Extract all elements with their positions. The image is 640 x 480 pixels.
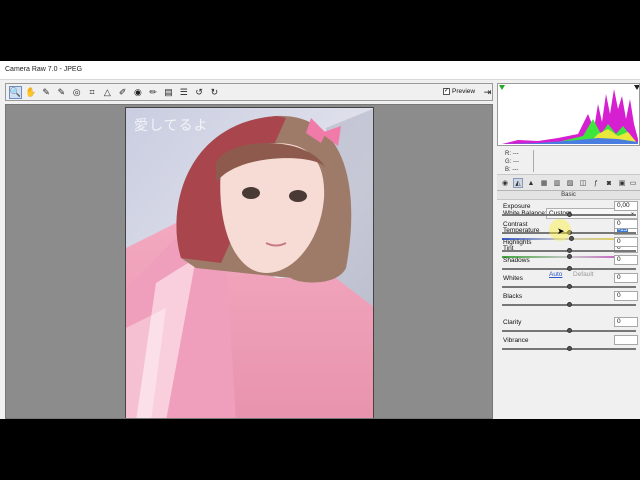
r-readout: R: ---	[505, 151, 519, 157]
tint-slider-thumb[interactable]	[566, 254, 572, 259]
photo-overlay-text: 愛してるよ	[134, 118, 209, 134]
title-bar: Camera Raw 7.0 - JPEG	[0, 61, 640, 80]
clarity-slider-thumb[interactable]	[566, 328, 572, 333]
shadows-label: Shadows	[503, 257, 530, 264]
whites-label: Whites	[503, 275, 523, 282]
detail-tab-icon[interactable]: ▦	[539, 178, 549, 188]
rotate-left-icon[interactable]: ↺	[193, 86, 206, 99]
blacks-label: Blacks	[503, 293, 523, 300]
whites-slider-thumb[interactable]	[566, 284, 572, 289]
histogram	[497, 83, 640, 146]
preview-label: Preview	[452, 88, 476, 95]
whites-input[interactable]: 0	[614, 273, 638, 283]
snapshots-tab-icon[interactable]: ▭	[628, 178, 638, 188]
blacks-input[interactable]: 0	[614, 291, 638, 301]
temperature-slider-thumb[interactable]	[569, 236, 575, 241]
vibrance-input[interactable]	[614, 335, 638, 345]
readout-divider	[533, 150, 534, 172]
exposure-slider-thumb[interactable]	[566, 212, 572, 217]
g-readout: G: ---	[505, 159, 519, 165]
highlights-input[interactable]: 0	[614, 237, 638, 247]
color-sampler-tool-icon[interactable]: ✎	[55, 86, 68, 99]
presets-tab-icon[interactable]: ▣	[617, 178, 627, 188]
highlights-label: Highlights	[503, 239, 532, 246]
panel-title: Basic	[497, 191, 640, 200]
zoom-tool-icon[interactable]: 🔍	[9, 86, 22, 99]
mouse-pointer-icon: ➤	[557, 226, 565, 236]
hand-tool-icon[interactable]: ✋	[24, 86, 37, 99]
auto-link[interactable]: Auto	[549, 271, 562, 278]
photo-illustration	[126, 108, 373, 418]
fullscreen-toggle-icon[interactable]: ⇥	[481, 86, 494, 99]
preferences-icon[interactable]: ☰	[177, 86, 190, 99]
clarity-label: Clarity	[503, 319, 522, 326]
exposure-label: Exposure	[503, 203, 531, 210]
camera-calibration-tab-icon[interactable]: ◙	[604, 178, 614, 188]
targeted-adjustment-tool-icon[interactable]: ◎	[70, 86, 83, 99]
histogram-panel-tab-icon[interactable]: ◉	[500, 178, 510, 188]
exposure-input[interactable]: 0,00	[614, 201, 638, 211]
window-title: Camera Raw 7.0 - JPEG	[5, 66, 83, 73]
crop-tool-icon[interactable]: ⌗	[86, 86, 99, 99]
graduated-filter-icon[interactable]: ▤	[162, 86, 175, 99]
toolbar: ✓ Preview ⇥ 🔍 ✋ ✎ ✎ ◎ ⌗ △ ✐ ◉ ✏ ▤ ☰ ↺ ↻	[5, 83, 493, 101]
tone-curve-tab-icon[interactable]: ▲	[526, 178, 536, 188]
white-balance-tool-icon[interactable]: ✎	[40, 86, 53, 99]
default-link[interactable]: Default	[573, 271, 594, 278]
vibrance-slider-thumb[interactable]	[566, 346, 572, 351]
lens-corrections-tab-icon[interactable]: ◫	[578, 178, 588, 188]
rgb-readout: R: --- G: --- B: ---	[497, 148, 640, 175]
image-preview-area[interactable]: 愛してるよ	[5, 104, 493, 419]
preview-checkbox[interactable]: ✓ Preview	[443, 88, 475, 95]
red-eye-removal-tool-icon[interactable]: ◉	[131, 86, 144, 99]
camera-raw-window: Camera Raw 7.0 - JPEG ✓ Preview ⇥ 🔍 ✋ ✎ ✎ ◎ ⌗…	[0, 61, 640, 419]
highlights-slider-thumb[interactable]	[566, 248, 572, 253]
checkbox-icon[interactable]: ✓	[443, 88, 450, 95]
hsl-tab-icon[interactable]: ▥	[552, 178, 562, 188]
basic-panel: White Balance: Custom ⌄ Temperature -15 …	[497, 201, 640, 419]
clarity-input[interactable]: 0	[614, 317, 638, 327]
split-toning-tab-icon[interactable]: ▨	[565, 178, 575, 188]
rotate-right-icon[interactable]: ↻	[208, 86, 221, 99]
spot-removal-tool-icon[interactable]: ✐	[116, 86, 129, 99]
vibrance-label: Vibrance	[503, 337, 529, 344]
shadows-slider-thumb[interactable]	[566, 266, 572, 271]
basic-panel-tab-icon[interactable]: ◭	[513, 178, 523, 188]
contrast-input[interactable]: 0	[614, 219, 638, 229]
panel-tabs: ◉ ◭ ▲ ▦ ▥ ▨ ◫ ƒ ◙ ▣ ▭	[497, 175, 640, 191]
straighten-tool-icon[interactable]: △	[101, 86, 114, 99]
b-readout: B: ---	[505, 167, 519, 173]
histogram-graph	[498, 84, 639, 145]
shadows-input[interactable]: 0	[614, 255, 638, 265]
effects-tab-icon[interactable]: ƒ	[591, 178, 601, 188]
adjustment-brush-icon[interactable]: ✏	[147, 86, 160, 99]
contrast-label: Contrast	[503, 221, 528, 228]
photo-preview: 愛してるよ	[125, 107, 374, 418]
blacks-slider-thumb[interactable]	[566, 302, 572, 307]
